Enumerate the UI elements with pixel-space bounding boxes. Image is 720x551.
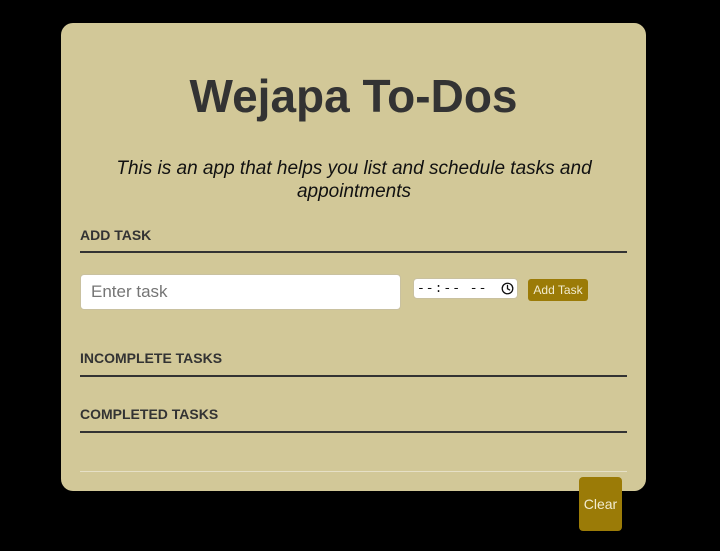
- time-input[interactable]: --:-- --: [413, 278, 518, 299]
- clock-icon[interactable]: [501, 282, 514, 295]
- completed-tasks-heading: COMPLETED TASKS: [80, 406, 219, 422]
- todo-card: Wejapa To-Dos This is an app that helps …: [61, 23, 646, 491]
- page-title: Wejapa To-Dos: [189, 70, 518, 122]
- add-task-button[interactable]: Add Task: [528, 279, 588, 301]
- add-task-divider: [80, 251, 627, 253]
- incomplete-tasks-heading: INCOMPLETE TASKS: [80, 350, 223, 366]
- incomplete-tasks-divider: [80, 375, 627, 377]
- completed-tasks-divider: [80, 431, 627, 433]
- app-description: This is an app that helps you list and s…: [116, 158, 592, 202]
- bottom-divider: [80, 471, 627, 472]
- time-input-value: --:-- --: [417, 281, 488, 296]
- add-task-heading: ADD TASK: [80, 227, 152, 243]
- task-input[interactable]: [80, 274, 401, 310]
- clear-button[interactable]: Clear: [579, 477, 622, 531]
